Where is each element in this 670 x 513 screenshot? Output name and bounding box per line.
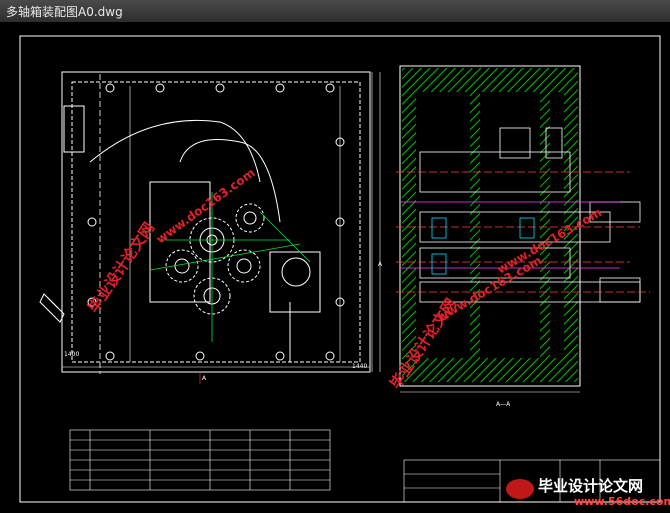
watermark-url-right: www.doc163.com <box>435 253 545 324</box>
dim-lines <box>62 72 381 384</box>
side-flange <box>63 105 85 153</box>
bottom-cover-hatch <box>402 358 578 382</box>
svg-text:www.56doc.com: www.56doc.com <box>574 495 670 508</box>
cad-drawing: 1400 1440 A A A—A 毕业设计论文网 www.doc163.com… <box>19 35 670 508</box>
section-marker-a2: A <box>378 261 383 268</box>
svg-text:www.doc163.com: www.doc163.com <box>435 253 545 324</box>
housing-outline <box>61 71 371 373</box>
section-label: A—A <box>496 401 511 408</box>
parts-list <box>69 429 331 491</box>
side-fitting <box>39 293 65 323</box>
window-title: 多轴箱装配图A0.dwg <box>6 5 123 19</box>
watermark-left: 毕业设计论文网 <box>84 219 158 316</box>
section-marker-a: A <box>202 375 207 382</box>
dim-bottom-right: 1440 <box>352 363 367 370</box>
svg-text:毕业设计论文网: 毕业设计论文网 <box>538 477 643 495</box>
top-cover-hatch <box>402 68 578 92</box>
title-bar: 多轴箱装配图A0.dwg <box>0 0 670 23</box>
drawing-canvas[interactable]: 1400 1440 A A A—A 毕业设计论文网 www.doc163.com… <box>0 22 670 509</box>
footer-logo: 毕业设计论文网 www.56doc.com <box>506 477 670 508</box>
svg-text:毕业设计论文网: 毕业设计论文网 <box>84 219 158 316</box>
center-lines <box>149 192 311 342</box>
front-view <box>61 71 371 374</box>
logo-icon <box>506 479 534 499</box>
section-view: A—A <box>396 65 650 408</box>
dim-bottom-left: 1400 <box>64 351 79 358</box>
